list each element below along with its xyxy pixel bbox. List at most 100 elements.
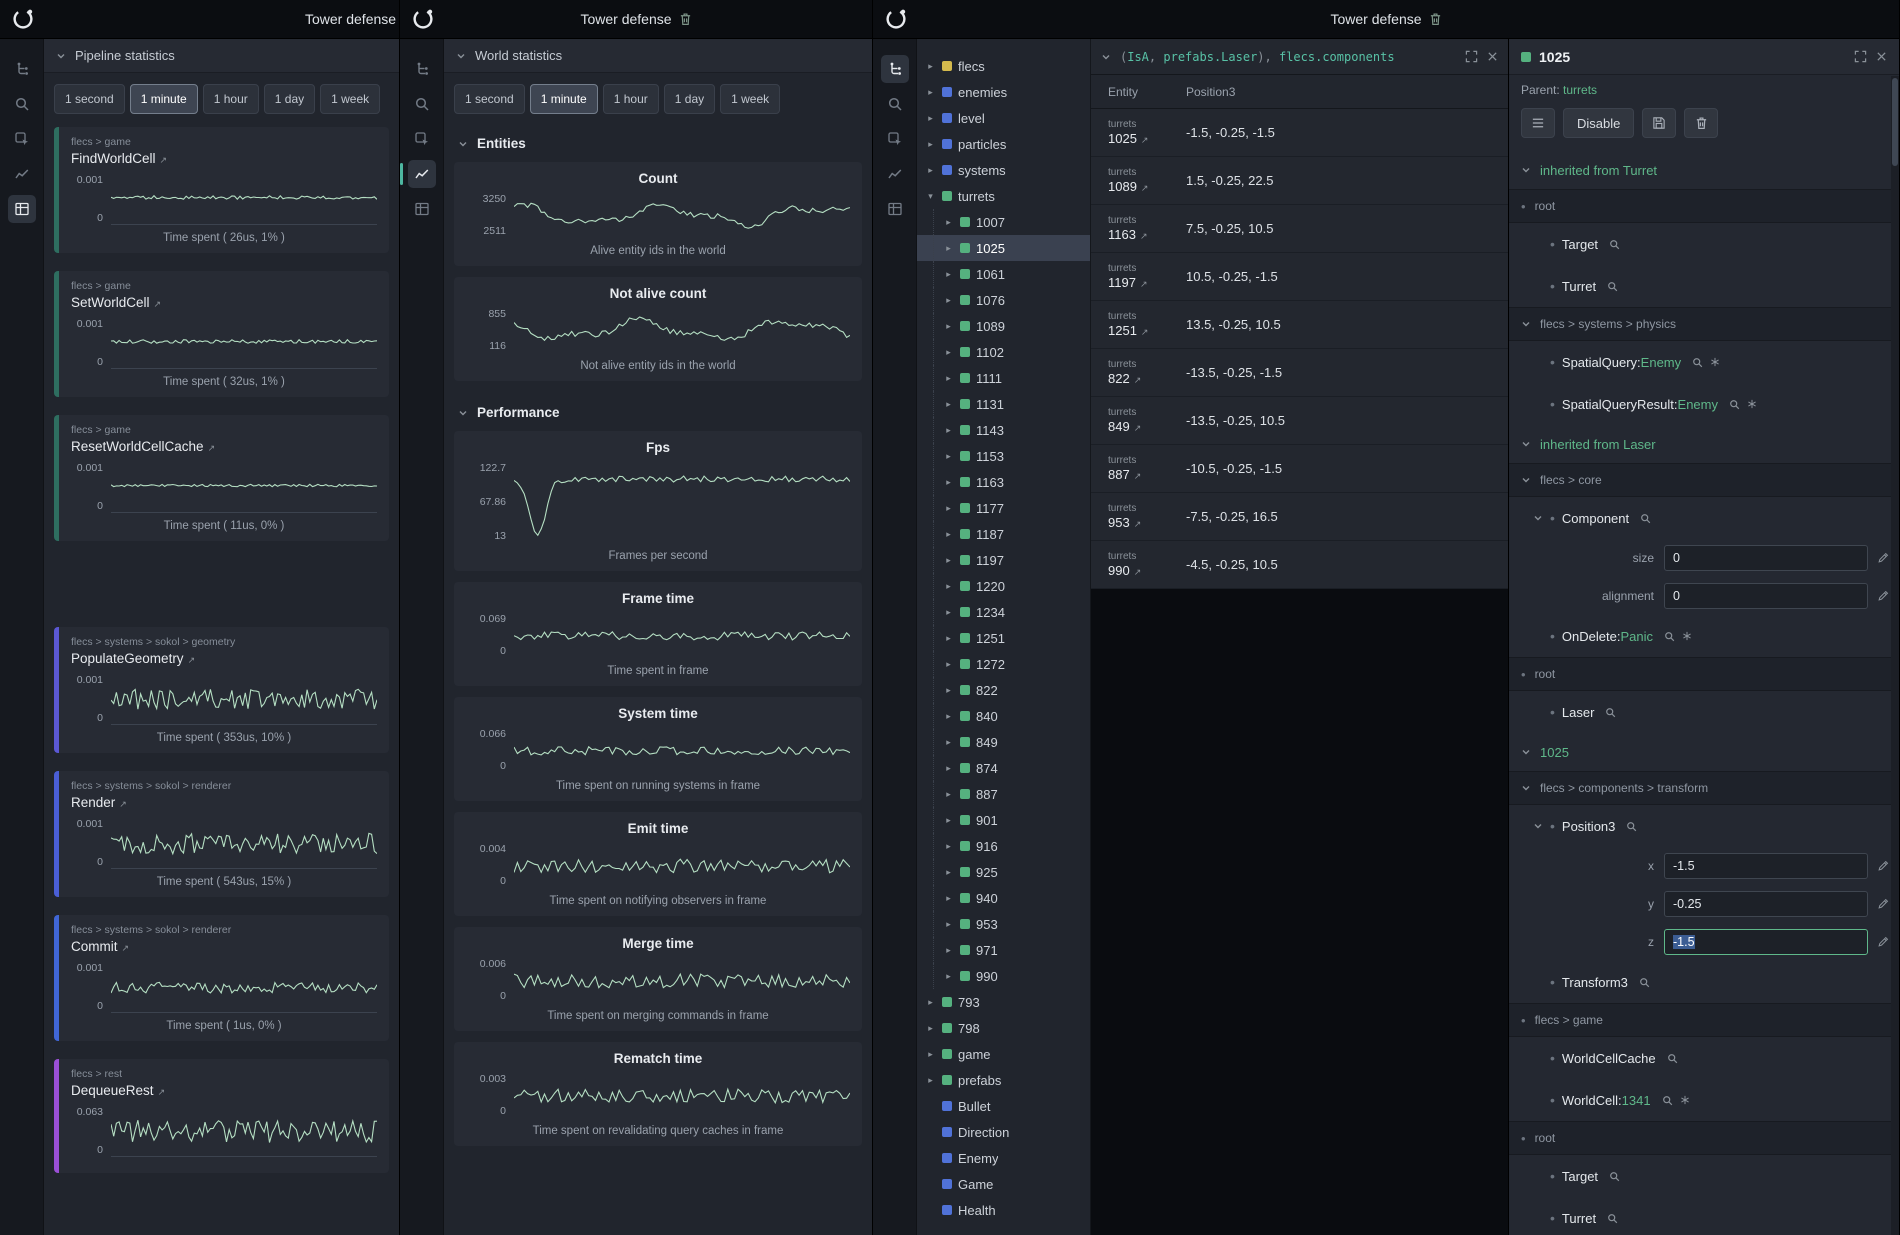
save-button[interactable] <box>1642 108 1676 138</box>
time-range-1-second[interactable]: 1 second <box>54 84 125 114</box>
tree-item[interactable]: ▸ 990 <box>917 963 1090 989</box>
tree-expand-arrow[interactable]: ▸ <box>943 789 954 800</box>
tree-expand-arrow[interactable]: ▸ <box>943 763 954 774</box>
tree-expand-arrow[interactable]: ▸ <box>943 659 954 670</box>
time-range-1-minute[interactable]: 1 minute <box>130 84 198 114</box>
sidebar-tree-icon[interactable] <box>408 55 436 83</box>
entity-link[interactable]: 953↗ <box>1108 515 1186 530</box>
query-result-row[interactable]: turrets 1197↗ 10.5, -0.25, -1.5 <box>1091 253 1508 301</box>
tree-expand-arrow[interactable]: ▸ <box>943 503 954 514</box>
tree-expand-arrow[interactable]: ▸ <box>925 113 936 124</box>
system-name-link[interactable]: PopulateGeometry <box>71 651 184 666</box>
component-row[interactable]: • Target <box>1509 1155 1899 1197</box>
component-scope-header[interactable]: • flecs > game <box>1509 1003 1899 1037</box>
sidebar-inspect-icon[interactable] <box>881 125 909 153</box>
tree-expand-arrow[interactable]: ▸ <box>943 347 954 358</box>
tree-expand-arrow[interactable]: ▸ <box>943 971 954 982</box>
query-result-row[interactable]: turrets 990↗ -4.5, -0.25, 10.5 <box>1091 541 1508 589</box>
entity-link[interactable]: 1197↗ <box>1108 275 1186 290</box>
tree-item[interactable]: ▸ 925 <box>917 859 1090 885</box>
tree-item[interactable]: ▸ 1272 <box>917 651 1090 677</box>
tree-expand-arrow[interactable]: ▸ <box>943 711 954 722</box>
tree-item[interactable]: ▸ systems <box>917 157 1090 183</box>
tree-item[interactable]: ▸ 1234 <box>917 599 1090 625</box>
search-icon[interactable] <box>1692 357 1703 368</box>
world-collapse-header[interactable]: World statistics <box>444 39 872 73</box>
pair-icon[interactable] <box>1680 1095 1690 1105</box>
entity-link[interactable]: 1089↗ <box>1108 179 1186 194</box>
sidebar-table-icon[interactable] <box>408 195 436 223</box>
tree-item[interactable]: ▸ 887 <box>917 781 1090 807</box>
system-name-link[interactable]: Render <box>71 795 115 810</box>
component-row[interactable]: • Component <box>1509 497 1899 539</box>
tree-item[interactable]: Game <box>917 1171 1090 1197</box>
tree-item[interactable]: ▸ flecs <box>917 53 1090 79</box>
time-range-1-week[interactable]: 1 week <box>320 84 380 114</box>
tree-item[interactable]: ▾ turrets <box>917 183 1090 209</box>
search-icon[interactable] <box>1667 1053 1678 1064</box>
tree-expand-arrow[interactable]: ▸ <box>943 425 954 436</box>
query-input[interactable]: (IsA, prefabs.Laser), flecs.components <box>1120 50 1456 64</box>
query-result-row[interactable]: turrets 849↗ -13.5, -0.25, 10.5 <box>1091 397 1508 445</box>
component-name[interactable]: Target <box>1562 237 1598 252</box>
tree-expand-arrow[interactable]: ▸ <box>925 61 936 72</box>
tree-item[interactable]: ▸ 971 <box>917 937 1090 963</box>
entity-link[interactable]: 822↗ <box>1108 371 1186 386</box>
sidebar-inspect-icon[interactable] <box>8 125 36 153</box>
edit-pencil-icon[interactable] <box>1877 552 1889 564</box>
pipeline-collapse-header[interactable]: Pipeline statistics <box>44 39 399 73</box>
member-input[interactable]: -0.25 <box>1664 891 1868 917</box>
search-icon[interactable] <box>1639 977 1650 988</box>
tree-expand-arrow[interactable]: ▸ <box>943 581 954 592</box>
delete-world-icon[interactable] <box>679 12 692 26</box>
tree-item[interactable]: ▸ 1163 <box>917 469 1090 495</box>
query-result-row[interactable]: turrets 1089↗ 1.5, -0.25, 22.5 <box>1091 157 1508 205</box>
component-row[interactable]: • Target <box>1509 223 1899 265</box>
component-scope-header[interactable]: • root <box>1509 657 1899 691</box>
component-name[interactable]: Turret <box>1562 279 1596 294</box>
tree-expand-arrow[interactable]: ▸ <box>943 477 954 488</box>
tree-expand-arrow[interactable]: ▸ <box>925 165 936 176</box>
search-icon[interactable] <box>1626 821 1637 832</box>
tree-item[interactable]: ▸ 1153 <box>917 443 1090 469</box>
system-name-link[interactable]: Commit <box>71 939 118 954</box>
time-range-1-second[interactable]: 1 second <box>454 84 525 114</box>
system-name-link[interactable]: SetWorldCell <box>71 295 150 310</box>
tree-item[interactable]: ▸ prefabs <box>917 1067 1090 1093</box>
member-input[interactable]: -1.5 <box>1664 853 1868 879</box>
tree-item[interactable]: Bullet <box>917 1093 1090 1119</box>
tree-expand-arrow[interactable]: ▸ <box>943 919 954 930</box>
time-range-1-day[interactable]: 1 day <box>664 84 715 114</box>
component-row[interactable]: • SpatialQueryResult: Enemy <box>1509 383 1899 425</box>
tree-expand-arrow[interactable]: ▸ <box>943 451 954 462</box>
tree-item[interactable]: ▸ 1025 <box>917 235 1090 261</box>
scrollbar[interactable] <box>1891 76 1899 1235</box>
search-icon[interactable] <box>1607 281 1618 292</box>
system-name-link[interactable]: ResetWorldCellCache <box>71 439 204 454</box>
component-row[interactable]: • Turret <box>1509 265 1899 307</box>
scrollbar-thumb[interactable] <box>1892 78 1898 166</box>
pair-icon[interactable] <box>1747 399 1757 409</box>
component-name[interactable]: Component <box>1562 511 1629 526</box>
component-scope-header[interactable]: flecs > components > transform <box>1509 771 1899 805</box>
tree-expand-arrow[interactable]: ▸ <box>943 373 954 384</box>
search-icon[interactable] <box>1729 399 1740 410</box>
tree-expand-arrow[interactable]: ▸ <box>943 321 954 332</box>
tree-expand-arrow[interactable]: ▸ <box>943 529 954 540</box>
time-range-1-hour[interactable]: 1 hour <box>603 84 659 114</box>
delete-world-icon[interactable] <box>1429 12 1442 26</box>
component-name[interactable]: OnDelete: Panic <box>1562 629 1653 644</box>
component-name[interactable]: Transform3 <box>1562 975 1628 990</box>
member-input[interactable]: 0 <box>1664 583 1868 609</box>
tree-expand-arrow[interactable]: ▸ <box>925 139 936 150</box>
tree-expand-arrow[interactable]: ▸ <box>943 737 954 748</box>
stats-section-header[interactable]: Performance <box>444 392 872 431</box>
component-name[interactable]: WorldCell: 1341 <box>1562 1093 1651 1108</box>
close-query-icon[interactable] <box>1487 51 1498 62</box>
edit-pencil-icon[interactable] <box>1877 590 1889 602</box>
entity-link[interactable]: 1025↗ <box>1108 131 1186 146</box>
system-name-link[interactable]: DequeueRest <box>71 1083 154 1098</box>
delete-button[interactable] <box>1684 108 1718 138</box>
component-name[interactable]: SpatialQueryResult: Enemy <box>1562 397 1718 412</box>
component-row[interactable]: • Transform3 <box>1509 961 1899 1003</box>
